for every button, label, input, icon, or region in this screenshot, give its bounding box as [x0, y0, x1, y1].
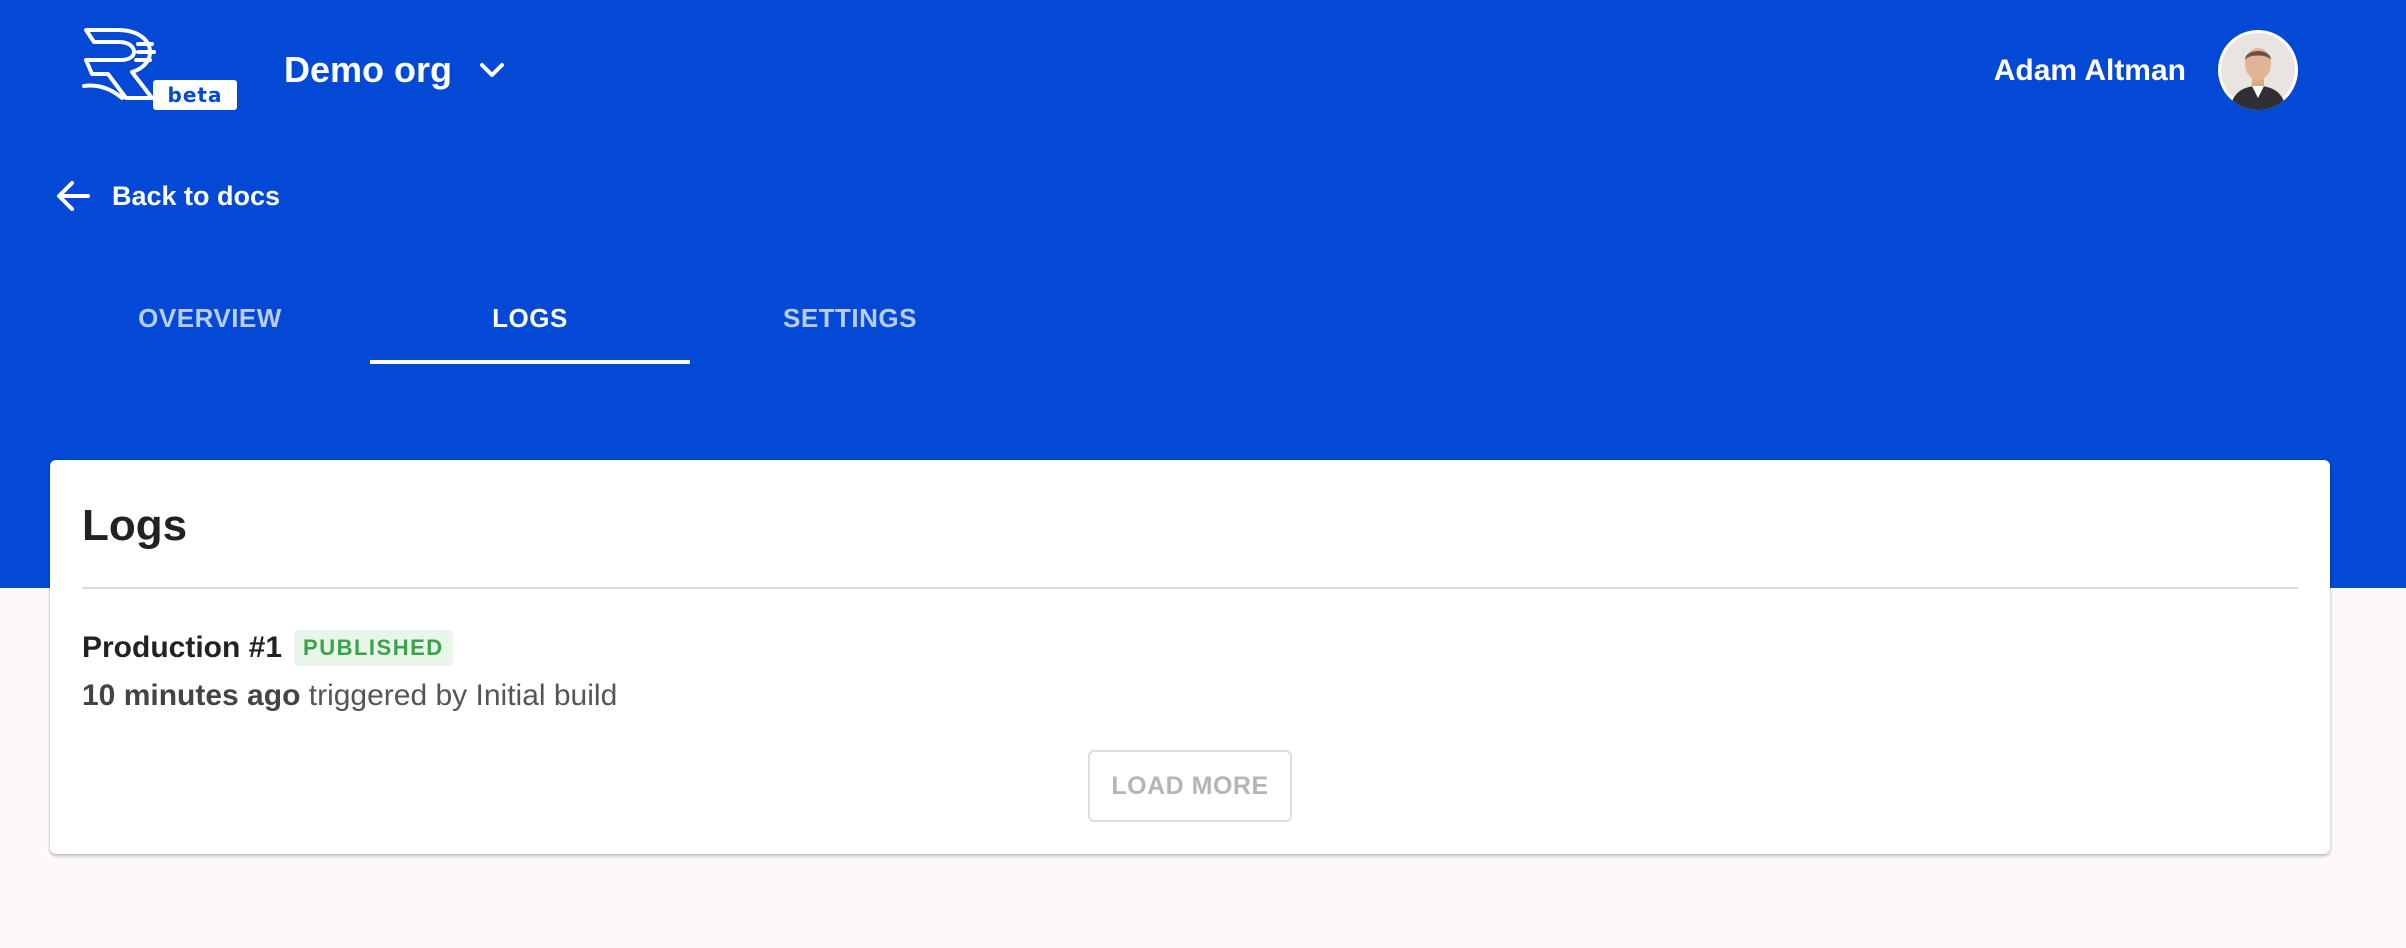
- user-name[interactable]: Adam Altman: [1994, 46, 2186, 96]
- divider: [82, 587, 2298, 589]
- log-entry-meta: 10 minutes ago triggered by Initial buil…: [82, 676, 2298, 716]
- org-switcher[interactable]: Demo org: [284, 40, 506, 100]
- log-entry: Production #1 PUBLISHED 10 minutes ago t…: [82, 628, 2298, 716]
- logs-title: Logs: [82, 501, 188, 550]
- beta-badge: beta: [153, 80, 237, 110]
- load-more-button[interactable]: LOAD MORE: [1088, 750, 1292, 822]
- tab-logs[interactable]: LOGS: [370, 280, 690, 364]
- back-to-docs-link[interactable]: Back to docs: [56, 172, 280, 220]
- user-avatar[interactable]: [2218, 30, 2298, 110]
- log-entry-name[interactable]: Production #1: [82, 631, 282, 665]
- tab-settings[interactable]: SETTINGS: [690, 280, 1010, 364]
- arrow-left-icon: [57, 181, 90, 211]
- back-to-docs-label: Back to docs: [112, 180, 281, 211]
- tab-overview[interactable]: OVERVIEW: [50, 280, 370, 364]
- logs-card: Logs Production #1 PUBLISHED 10 minutes …: [50, 460, 2330, 854]
- org-name: Demo org: [284, 49, 453, 90]
- log-entry-trigger: triggered by Initial build: [308, 679, 618, 712]
- status-badge: PUBLISHED: [294, 630, 453, 666]
- tab-bar: OVERVIEW LOGS SETTINGS: [50, 280, 1010, 364]
- log-entry-time: 10 minutes ago: [82, 679, 301, 712]
- chevron-down-icon: [478, 56, 506, 84]
